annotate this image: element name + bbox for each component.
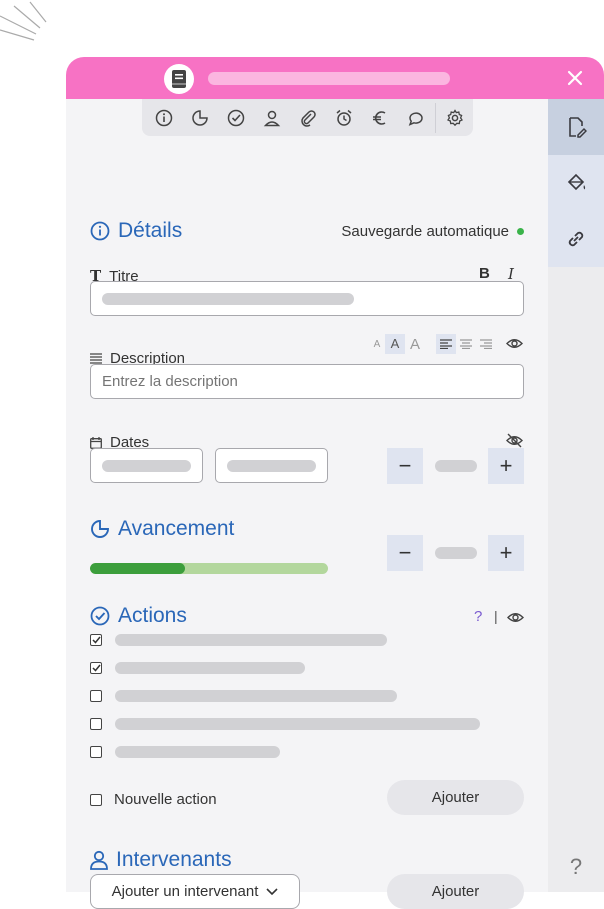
gear-icon[interactable] bbox=[437, 99, 473, 136]
font-size-selector: A A A bbox=[369, 334, 425, 354]
paint-bucket-icon[interactable] bbox=[548, 155, 604, 211]
details-title-text: Détails bbox=[118, 219, 183, 242]
titre-value-placeholder bbox=[102, 293, 354, 305]
link-icon[interactable] bbox=[548, 211, 604, 267]
action-text-placeholder[interactable] bbox=[115, 718, 480, 730]
person-icon[interactable] bbox=[254, 99, 290, 136]
dates-stepper-value[interactable] bbox=[423, 448, 488, 484]
right-sidebar: ? bbox=[548, 99, 604, 892]
lines-icon bbox=[90, 353, 102, 364]
header-bar bbox=[66, 57, 604, 99]
comment-icon[interactable] bbox=[398, 99, 434, 136]
book-icon bbox=[164, 64, 194, 94]
action-item bbox=[90, 718, 480, 730]
progress-title-text: Avancement bbox=[118, 517, 235, 540]
action-checkbox[interactable] bbox=[90, 718, 102, 730]
progress-stepper-value[interactable] bbox=[423, 535, 488, 571]
pie-chart-icon[interactable] bbox=[182, 99, 218, 136]
alarm-icon[interactable] bbox=[326, 99, 362, 136]
align-center-icon[interactable] bbox=[456, 334, 476, 354]
dates-plus-button[interactable]: + bbox=[488, 448, 524, 484]
new-action-checkbox[interactable] bbox=[90, 793, 102, 806]
actions-title-text: Actions bbox=[118, 604, 187, 627]
align-right-icon[interactable] bbox=[476, 334, 496, 354]
edit-document-icon[interactable] bbox=[548, 99, 604, 155]
decorative-strokes bbox=[0, 1, 47, 41]
action-checkbox[interactable] bbox=[90, 634, 102, 646]
bold-button[interactable]: B bbox=[479, 265, 490, 282]
action-item bbox=[90, 662, 305, 674]
new-action-row: Nouvelle action bbox=[90, 791, 217, 808]
toolbar-separator bbox=[435, 102, 436, 133]
action-item bbox=[90, 746, 280, 758]
add-action-button[interactable]: Ajouter bbox=[387, 780, 524, 815]
action-text-placeholder[interactable] bbox=[115, 662, 305, 674]
action-text-placeholder[interactable] bbox=[115, 690, 397, 702]
actions-separator: | bbox=[494, 608, 498, 624]
progress-plus-button[interactable]: + bbox=[488, 535, 524, 571]
progress-bar-fill bbox=[90, 563, 186, 574]
action-text-placeholder[interactable] bbox=[115, 746, 280, 758]
new-action-input[interactable]: Nouvelle action bbox=[114, 791, 217, 808]
help-button[interactable]: ? bbox=[548, 852, 604, 882]
action-text-placeholder[interactable] bbox=[115, 634, 387, 646]
autosave-label: Sauvegarde automatique bbox=[341, 223, 509, 240]
info-icon[interactable] bbox=[146, 99, 182, 136]
progress-section-title: Avancement bbox=[90, 517, 234, 541]
details-section-title: Détails bbox=[90, 219, 182, 243]
end-date-input[interactable] bbox=[215, 448, 328, 483]
action-checkbox[interactable] bbox=[90, 690, 102, 702]
start-date-input[interactable] bbox=[90, 448, 203, 483]
check-circle-icon bbox=[90, 606, 110, 626]
end-date-placeholder bbox=[227, 460, 316, 472]
action-item bbox=[90, 634, 387, 646]
main-panel: Détails Sauvegarde automatique T Titre B… bbox=[66, 99, 548, 909]
person-icon bbox=[90, 850, 108, 870]
start-date-placeholder bbox=[102, 460, 191, 472]
eye-icon[interactable] bbox=[506, 335, 523, 357]
font-size-small[interactable]: A bbox=[369, 339, 385, 350]
progress-minus-button[interactable]: − bbox=[387, 535, 423, 571]
font-size-medium[interactable]: A bbox=[385, 334, 405, 354]
status-dot bbox=[517, 228, 524, 235]
align-left-icon[interactable] bbox=[436, 334, 456, 354]
alignment-selector bbox=[436, 334, 496, 354]
paperclip-icon[interactable] bbox=[290, 99, 326, 136]
title-placeholder-bar bbox=[208, 72, 450, 85]
toolbar bbox=[142, 99, 473, 136]
eye-icon[interactable] bbox=[507, 609, 524, 631]
action-checkbox[interactable] bbox=[90, 746, 102, 758]
action-checkbox[interactable] bbox=[90, 662, 102, 674]
font-size-large[interactable]: A bbox=[405, 336, 425, 353]
autosave-status: Sauvegarde automatique bbox=[341, 223, 524, 240]
actions-section-title: Actions bbox=[90, 604, 187, 628]
progress-bar[interactable] bbox=[90, 563, 328, 574]
action-item bbox=[90, 690, 397, 702]
description-input[interactable] bbox=[90, 364, 524, 399]
close-icon[interactable] bbox=[564, 67, 586, 89]
intervenants-title-text: Intervenants bbox=[116, 848, 232, 871]
progress-stepper-placeholder bbox=[434, 547, 477, 559]
dates-minus-button[interactable]: − bbox=[387, 448, 423, 484]
task-editor-window: Détails Sauvegarde automatique T Titre B… bbox=[66, 57, 604, 909]
intervenants-section-title: Intervenants bbox=[90, 848, 232, 872]
dates-stepper: − + bbox=[387, 448, 524, 484]
info-icon bbox=[90, 221, 110, 241]
titre-input[interactable] bbox=[90, 281, 524, 316]
pie-chart-icon bbox=[91, 520, 109, 538]
check-circle-icon[interactable] bbox=[218, 99, 254, 136]
euro-icon[interactable] bbox=[362, 99, 398, 136]
actions-help-link[interactable]: ? bbox=[474, 608, 482, 625]
dates-stepper-placeholder bbox=[434, 460, 477, 472]
progress-stepper: − + bbox=[387, 535, 524, 571]
calendar-icon bbox=[90, 436, 102, 449]
